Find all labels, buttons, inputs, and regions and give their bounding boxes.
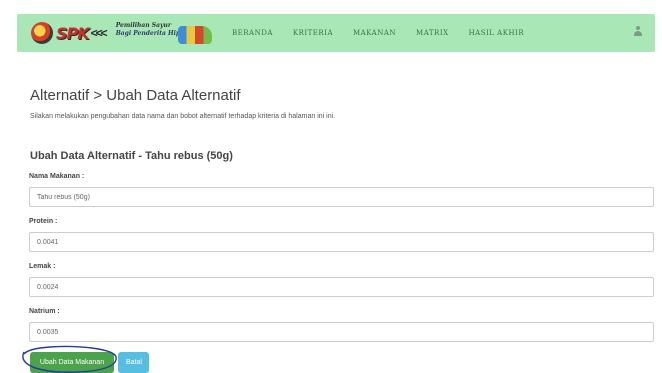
nav-link-matrix[interactable]: MATRIX — [416, 26, 449, 40]
nama-makanan-input[interactable] — [29, 187, 654, 207]
protein-input[interactable] — [29, 232, 654, 252]
nav-links: BERANDA KRITERIA MAKANAN MATRIX HASIL AK… — [232, 26, 544, 40]
page-description: Silakan melakukan pengubahan data nama d… — [30, 113, 336, 120]
logo-badge-icon — [31, 22, 53, 44]
save-button[interactable]: Ubah Data Makanan — [30, 352, 114, 373]
logo-illustration-icon — [177, 26, 212, 44]
nav-link-makanan[interactable]: MAKANAN — [353, 26, 396, 40]
nav-link-beranda[interactable]: BERANDA — [232, 26, 273, 40]
nama-makanan-label: Nama Makanan : — [29, 173, 85, 180]
nav-link-hasil-akhir[interactable]: HASIL AKHIR — [469, 26, 525, 40]
natrium-label: Natrium : — [29, 308, 60, 315]
logo-text: SPK — [56, 23, 90, 43]
user-icon[interactable] — [633, 24, 643, 38]
protein-label: Protein : — [29, 218, 58, 225]
lemak-label: Lemak : — [29, 263, 56, 270]
cancel-button[interactable]: Batal — [118, 352, 149, 373]
logo-subtitle: Pemilihan Sayur Bagi Penderita Hipertens… — [116, 22, 212, 44]
natrium-input[interactable] — [29, 322, 654, 342]
page-title: Alternatif > Ubah Data Alternatif — [30, 87, 241, 104]
form-section-title: Ubah Data Alternatif - Tahu rebus (50g) — [30, 150, 233, 162]
app-logo[interactable]: SPK <<< Pemilihan Sayur Bagi Penderita H… — [31, 21, 215, 45]
logo-chevrons: <<< — [90, 26, 108, 40]
lemak-input[interactable] — [29, 277, 654, 297]
nav-link-kriteria[interactable]: KRITERIA — [293, 26, 333, 40]
top-navbar: SPK <<< Pemilihan Sayur Bagi Penderita H… — [17, 14, 655, 52]
